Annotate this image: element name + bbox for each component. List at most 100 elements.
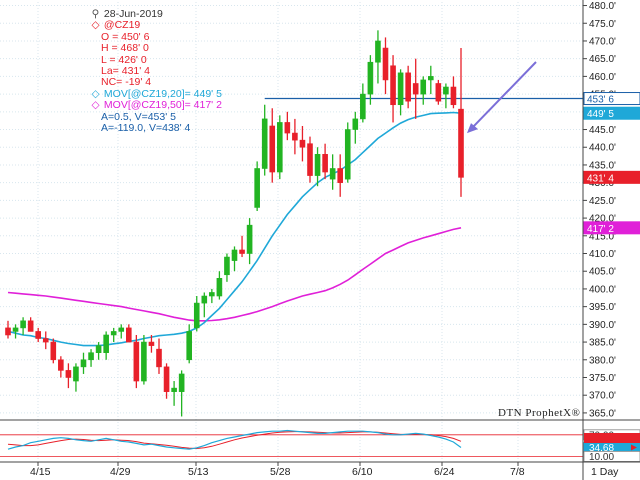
y-tick-label: 385.0' — [589, 338, 616, 349]
candle-body — [276, 122, 283, 173]
candle-body — [73, 366, 79, 382]
candle-body — [329, 168, 336, 180]
candle-body — [246, 224, 253, 254]
price-tag-label: 449' 5 — [587, 109, 614, 120]
candle-body — [382, 47, 389, 81]
y-tick-label: 410.0' — [589, 249, 616, 260]
candle-body — [269, 125, 276, 173]
x-axis: 4/15 4/29 5/13 5/28 6/10 6/24 7/8 1 Day — [0, 461, 640, 478]
candle-body — [405, 72, 411, 102]
legend-date: 28-Jun-2019 — [103, 8, 163, 20]
x-tick-label: 4/15 — [30, 466, 51, 478]
candle-body — [443, 86, 449, 95]
candle-body — [27, 320, 34, 332]
candle-body — [156, 348, 162, 368]
y-tick-label: 405.0' — [589, 267, 616, 278]
candle-body — [314, 154, 321, 176]
y-tick-label: 395.0' — [589, 302, 616, 313]
candle-body — [35, 331, 42, 339]
candle-body — [50, 341, 57, 361]
candle-body — [103, 334, 109, 353]
legend-ma50-row: ◇ MOV[@CZ19,50]= 417' 2 — [90, 99, 222, 112]
candle-body — [344, 129, 351, 180]
annotations — [467, 61, 537, 134]
interval-label[interactable]: 1 Day — [591, 466, 619, 478]
candle-body — [148, 341, 155, 346]
candle-body — [224, 256, 230, 276]
candle-body — [58, 359, 64, 371]
candle-body — [141, 341, 147, 382]
candle-body — [178, 373, 185, 392]
y-tick-label: 465.0' — [589, 54, 616, 65]
x-tick-label: 5/13 — [188, 466, 209, 478]
candle-body — [80, 359, 87, 368]
candle-body — [299, 139, 306, 148]
candle-body — [375, 40, 381, 63]
candle-body — [171, 387, 177, 392]
candle-body — [216, 278, 223, 297]
candle-body — [254, 168, 260, 208]
candle-body — [322, 154, 328, 173]
candle-body — [95, 345, 102, 353]
candle-body — [435, 83, 442, 102]
candle-body — [186, 331, 192, 361]
chart-window: 70.0034.6810.00 365.0' 370.0' 375.0' 380.0'… — [0, 0, 640, 480]
y-tick-label: 380.0' — [589, 355, 616, 366]
legend-cursor2: A=-119.0, V=438' 4 — [101, 122, 191, 135]
x-tick-label: 5/28 — [270, 466, 291, 478]
candle-body — [390, 65, 396, 106]
candle-body — [126, 327, 132, 343]
candle-body — [450, 86, 457, 106]
y-tick-label: 370.0' — [589, 391, 616, 402]
y-tick-label: 445.0' — [589, 125, 616, 136]
x-tick-label: 6/10 — [352, 466, 373, 478]
candle-body — [261, 118, 268, 169]
candle-body — [337, 168, 344, 183]
legend-ma50: MOV[@CZ19,50]= 417' 2 — [103, 99, 222, 112]
candle-body — [367, 61, 374, 95]
watermark-text: DTN ProphetX® — [498, 407, 580, 419]
y-tick-label: 460.0' — [589, 72, 616, 83]
y-tick-label: 375.0' — [589, 373, 616, 384]
candle-body — [163, 366, 170, 392]
y-tick-label: 475.0' — [589, 19, 616, 30]
y-tick-label: 425.0' — [589, 196, 616, 207]
candle-body — [193, 302, 200, 329]
oscillator-red-tag — [584, 433, 640, 443]
x-tick-label: 4/29 — [110, 466, 131, 478]
candle-body — [201, 295, 208, 304]
candle-body — [307, 143, 313, 176]
y-tick-label: 440.0' — [589, 143, 616, 154]
x-tick-label: 7/8 — [510, 466, 525, 478]
x-tick-label: 6/24 — [434, 466, 455, 478]
candle-body — [209, 292, 215, 297]
candlesticks — [5, 30, 464, 417]
y-tick-label: 400.0' — [589, 284, 616, 295]
candle-body — [118, 327, 125, 332]
legend-panel: ⚲ 28-Jun-2019 ◇ @CZ19 O = 450' 6 H = 468… — [90, 8, 222, 135]
candle-body — [65, 370, 72, 378]
candle-body — [360, 93, 366, 120]
candle-body — [427, 76, 434, 81]
candle-body — [352, 118, 359, 130]
price-tag-label: 431' 4 — [587, 173, 614, 184]
y-tick-label: 470.0' — [589, 36, 616, 47]
price-tag-label: 453' 6 — [587, 95, 614, 106]
candle-body — [5, 327, 11, 336]
candle-body — [420, 79, 427, 95]
candle-body — [20, 320, 26, 329]
oscillator-tag-label: 10.00 — [589, 452, 614, 463]
annotation-arrow-shaft — [469, 61, 537, 131]
candle-body — [110, 331, 117, 336]
y-tick-label: 390.0' — [589, 320, 616, 331]
grid-lines — [0, 2, 583, 460]
candle-body — [12, 327, 19, 332]
candle-body — [284, 122, 291, 134]
legend-high: H = 468' 0 — [101, 42, 149, 55]
price-tag-label: 417' 2 — [587, 224, 614, 235]
ma50-diamond-icon: ◇ — [91, 99, 100, 112]
y-tick-label: 365.0' — [589, 408, 616, 419]
candle-body — [42, 338, 49, 343]
symbol-diamond-icon: ◇ — [91, 19, 100, 32]
candle-body — [412, 83, 419, 95]
